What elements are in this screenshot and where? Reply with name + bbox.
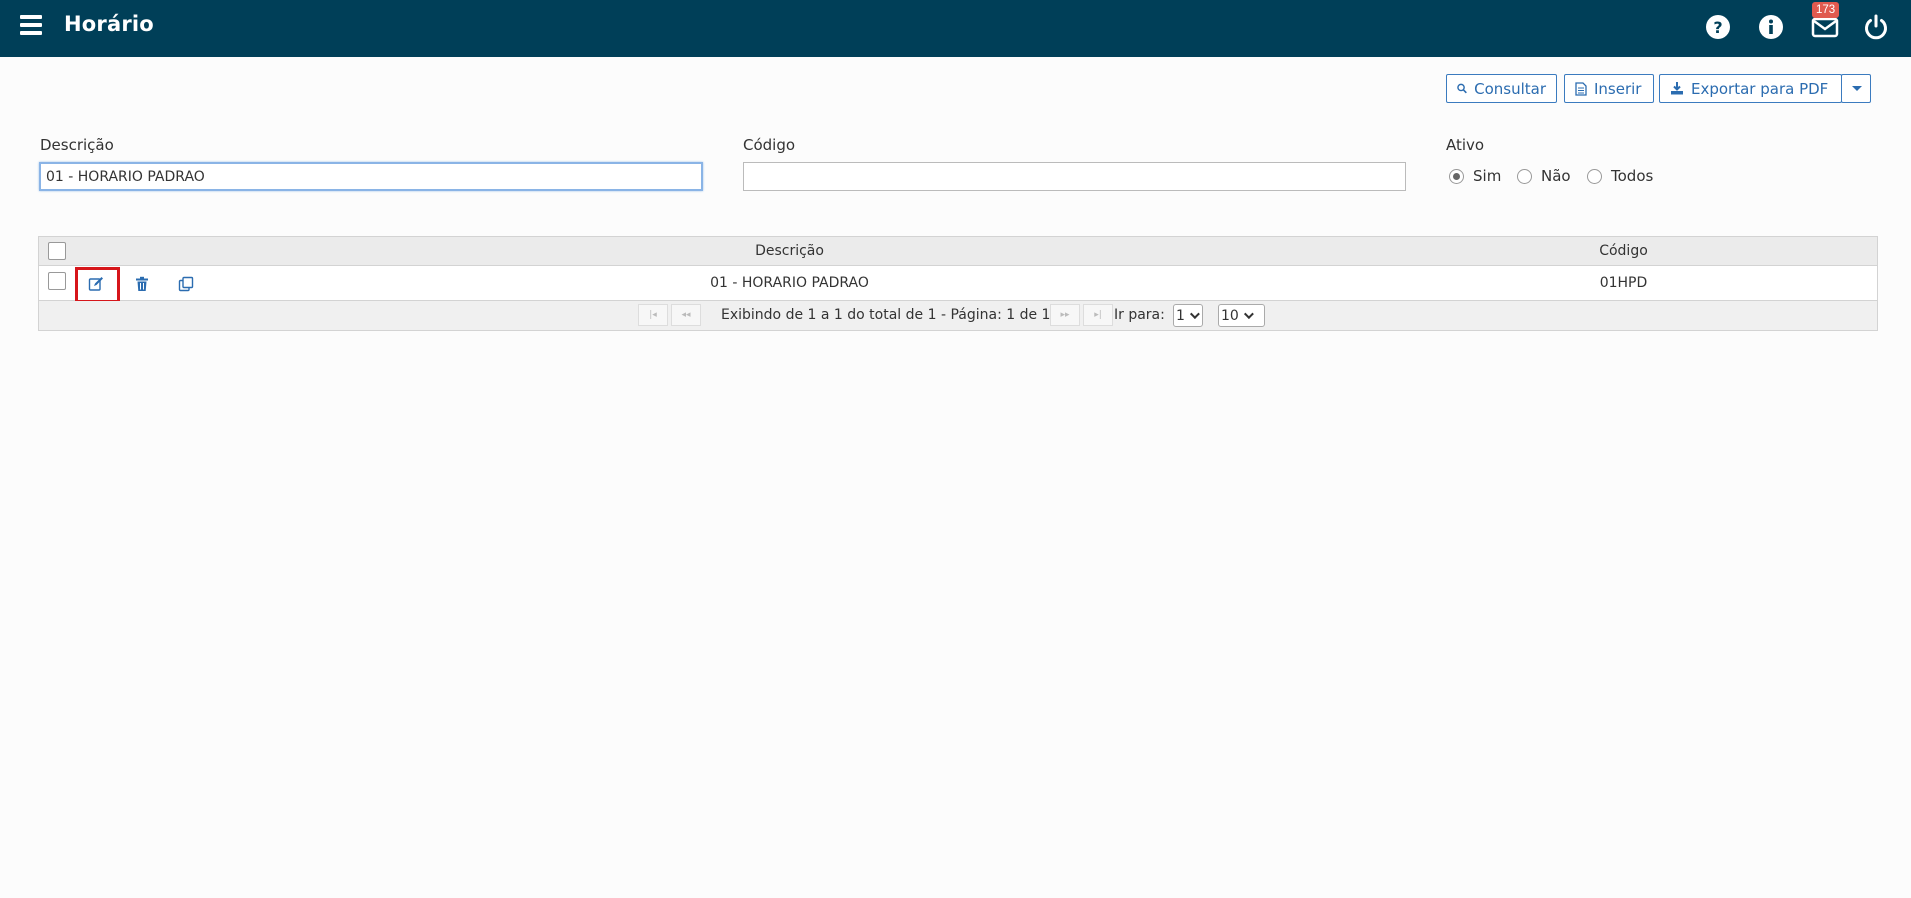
help-icon[interactable]: ? (1704, 13, 1732, 41)
select-all-checkbox[interactable] (48, 242, 66, 260)
ativo-todos-radio[interactable]: Todos (1587, 167, 1653, 185)
row-checkbox[interactable] (48, 272, 66, 290)
document-icon (1575, 81, 1587, 96)
exportar-label: Exportar para PDF (1691, 79, 1829, 98)
consultar-button[interactable]: Consultar (1446, 74, 1557, 103)
radio-selected-icon (1449, 168, 1464, 184)
download-icon (1671, 82, 1683, 95)
descricao-input[interactable] (39, 162, 703, 191)
next-page-icon[interactable]: ▸▸ (1050, 304, 1080, 326)
first-page-icon[interactable]: |◂ (638, 304, 668, 326)
descricao-label: Descrição (40, 136, 114, 154)
results-grid: Descrição Código 01 - HORARIO PADRAO 01H… (38, 236, 1878, 331)
export-options-dropdown[interactable] (1841, 74, 1871, 103)
radio-icon (1587, 168, 1602, 184)
page-size-value: 10 (1221, 307, 1239, 324)
radio-icon (1517, 168, 1532, 184)
prev-page-icon[interactable]: ◂◂ (671, 304, 701, 326)
goto-page-value: 1 (1176, 307, 1185, 324)
pager-summary: Exibindo de 1 a 1 do total de 1 - Página… (721, 307, 1051, 323)
trash-icon[interactable] (134, 276, 150, 292)
top-bar: Horário ? 173 (0, 0, 1911, 57)
grid-header: Descrição Código (39, 237, 1877, 266)
last-page-icon[interactable]: ▸| (1083, 304, 1113, 326)
codigo-input[interactable] (743, 162, 1406, 191)
ativo-sim-label: Sim (1473, 167, 1502, 185)
exportar-pdf-button[interactable]: Exportar para PDF (1659, 74, 1842, 103)
codigo-label: Código (743, 136, 796, 154)
svg-text:?: ? (1713, 18, 1722, 37)
chevron-down-icon (1189, 309, 1200, 320)
column-header-codigo[interactable]: Código (1370, 243, 1877, 259)
inserir-button[interactable]: Inserir (1564, 74, 1654, 103)
cell-descricao: 01 - HORARIO PADRAO (710, 275, 869, 291)
ativo-label: Ativo (1446, 136, 1485, 154)
ativo-nao-radio[interactable]: Não (1517, 167, 1571, 185)
inserir-label: Inserir (1594, 79, 1642, 98)
goto-page-select[interactable]: 1 (1173, 304, 1203, 327)
chevron-down-icon (1243, 309, 1254, 320)
ativo-sim-radio[interactable]: Sim (1449, 167, 1501, 185)
page-title: Horário (64, 12, 154, 36)
ativo-nao-label: Não (1541, 167, 1571, 185)
table-row[interactable]: 01 - HORARIO PADRAO 01HPD (39, 266, 1877, 303)
mail-count-badge: 173 (1812, 2, 1840, 18)
info-icon[interactable] (1757, 13, 1785, 41)
goto-label: Ir para: (1114, 307, 1165, 323)
edit-highlight-box (75, 267, 120, 303)
ativo-todos-label: Todos (1611, 167, 1654, 185)
consultar-label: Consultar (1474, 79, 1546, 98)
duplicate-icon[interactable] (178, 276, 194, 292)
power-icon[interactable] (1862, 13, 1890, 41)
cell-codigo: 01HPD (1599, 275, 1648, 291)
page-size-select[interactable]: 10 (1218, 304, 1265, 327)
pager: |◂ ◂◂ Exibindo de 1 a 1 do total de 1 - … (39, 301, 1877, 330)
column-header-descricao[interactable]: Descrição (210, 243, 1369, 259)
hamburger-icon[interactable] (20, 15, 42, 35)
search-icon (1457, 83, 1467, 94)
